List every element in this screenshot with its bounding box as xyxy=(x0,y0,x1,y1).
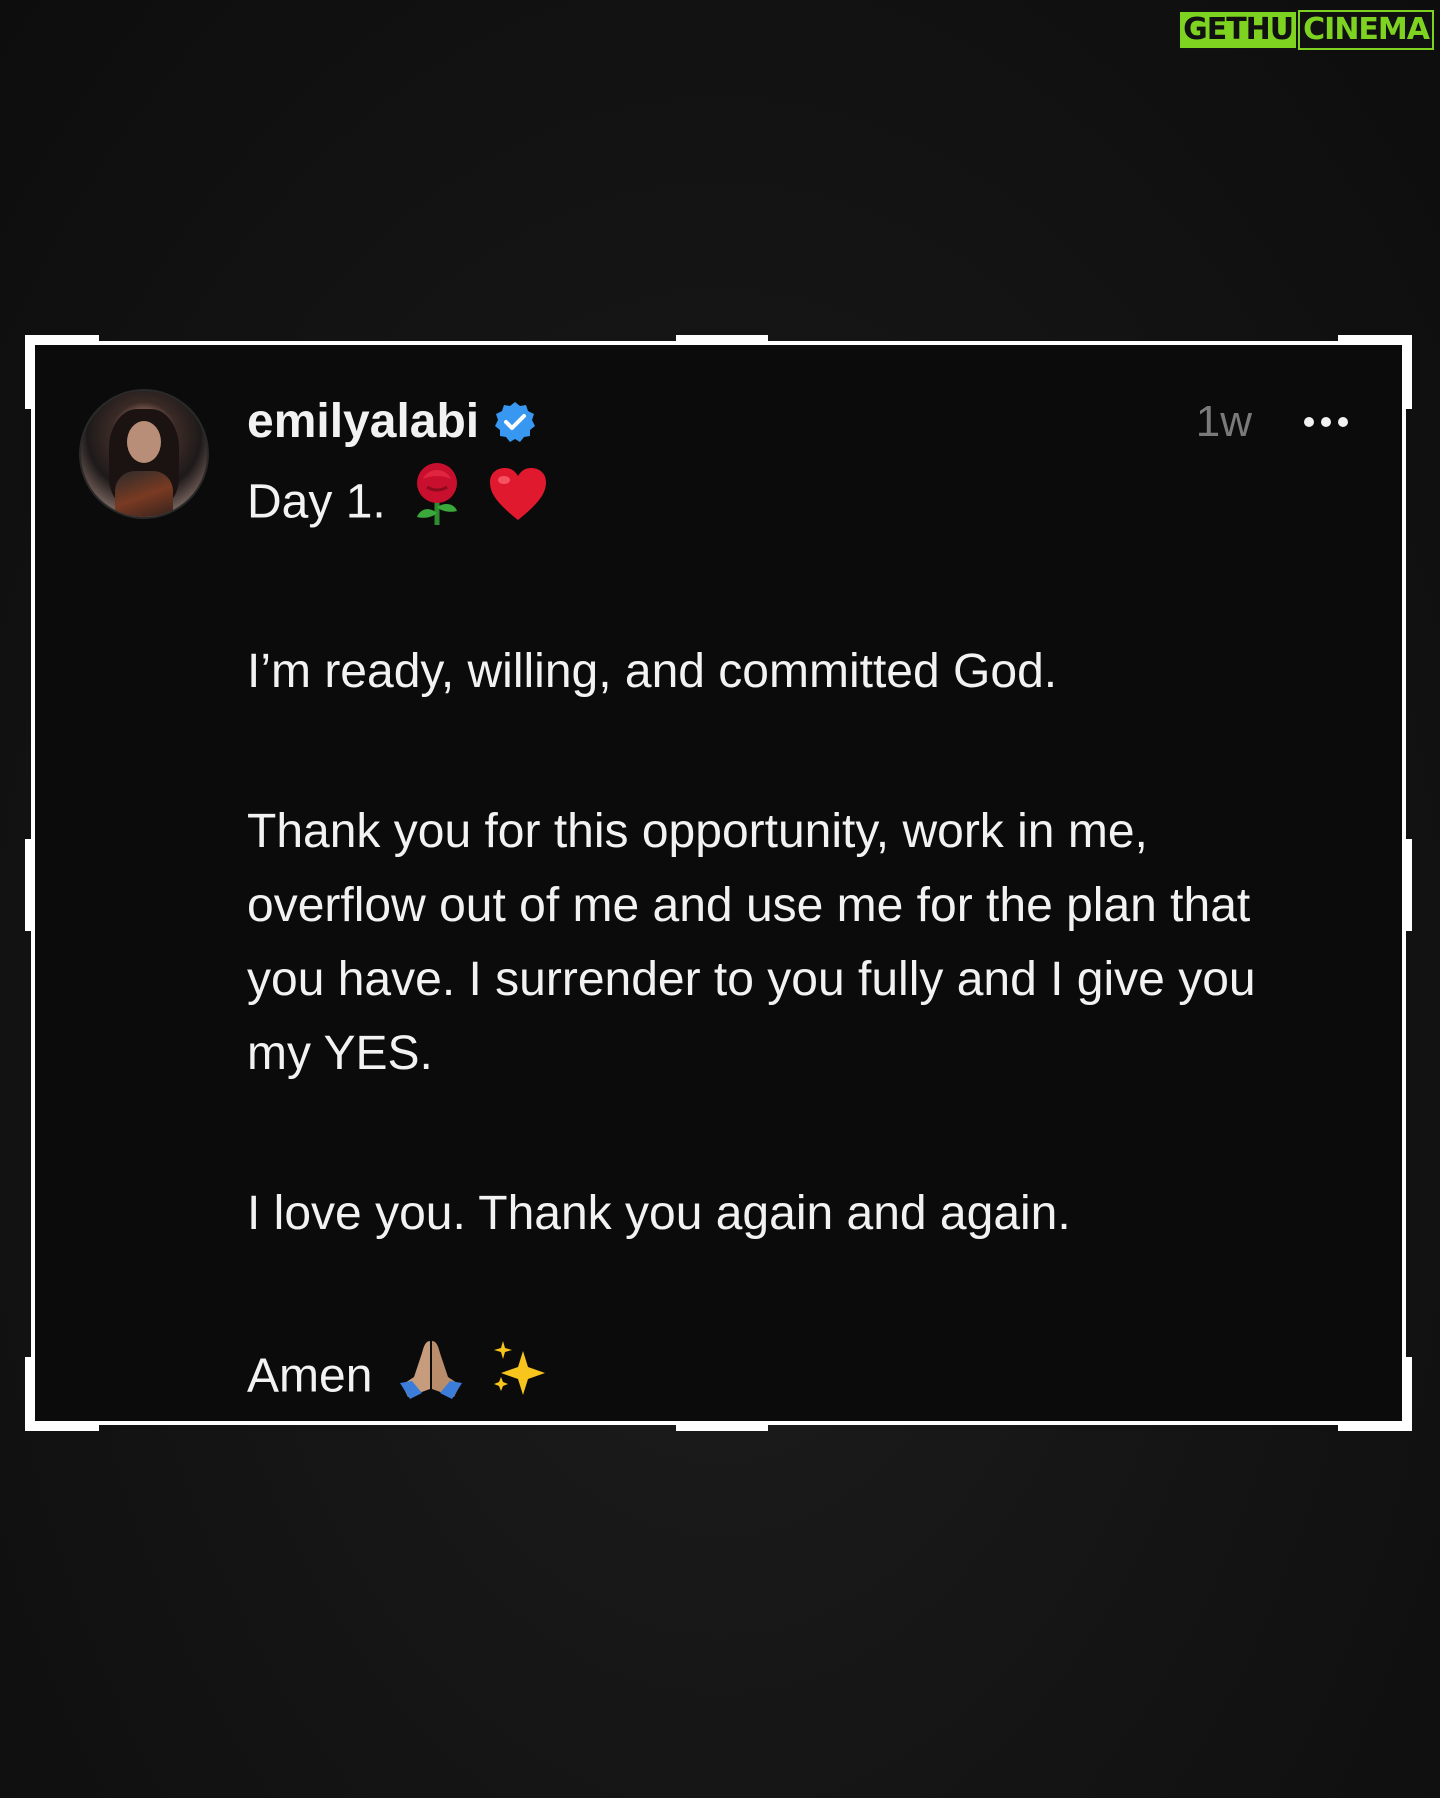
caption-paragraph-1: I’m ready, willing, and committed God. xyxy=(247,645,1058,698)
caption-paragraph-2: Thank you for this opportunity, work in … xyxy=(247,805,1256,1080)
sparkles-emoji xyxy=(489,1337,551,1421)
crop-handle-top-left-vertical[interactable] xyxy=(25,335,33,409)
red-heart-emoji xyxy=(488,466,548,544)
crop-handle-bottom-left[interactable] xyxy=(25,1423,99,1431)
more-options-icon[interactable] xyxy=(1304,395,1348,449)
crop-frame[interactable]: emilyalabi 1w Day 1. I’m ready, willing,… xyxy=(25,335,1412,1431)
watermark-part1: GETHU xyxy=(1178,10,1299,50)
crop-handle-right[interactable] xyxy=(1404,839,1412,931)
profile-avatar[interactable] xyxy=(79,389,209,519)
crop-handle-top[interactable] xyxy=(676,335,768,343)
watermark-part2: CINEMA xyxy=(1298,10,1434,50)
crop-handle-bottom-right[interactable] xyxy=(1338,1423,1412,1431)
crop-handle-top-right[interactable] xyxy=(1338,335,1412,343)
caption-line-1: Day 1. xyxy=(247,461,1327,549)
crop-handle-bottom-right-vertical[interactable] xyxy=(1404,1357,1412,1431)
rose-emoji xyxy=(409,461,465,549)
crop-handle-top-left[interactable] xyxy=(25,335,99,343)
username-text[interactable]: emilyalabi xyxy=(247,393,479,451)
post-timestamp: 1w xyxy=(1195,397,1252,446)
crop-handle-top-right-vertical[interactable] xyxy=(1404,335,1412,409)
watermark-logo: GETHU CINEMA xyxy=(1178,10,1434,50)
crop-handle-bottom-left-vertical[interactable] xyxy=(25,1357,33,1431)
caption-paragraph-3: I love you. Thank you again and again. xyxy=(247,1187,1071,1240)
verified-badge-icon xyxy=(493,400,537,444)
crop-handle-bottom[interactable] xyxy=(676,1423,768,1431)
post-caption: Day 1. I’m ready, willing, and committed… xyxy=(247,461,1327,1421)
folded-hands-emoji xyxy=(396,1337,466,1421)
crop-handle-left[interactable] xyxy=(25,839,33,931)
post-username[interactable]: emilyalabi xyxy=(247,393,537,451)
caption-line-last: Amen xyxy=(247,1337,1327,1421)
